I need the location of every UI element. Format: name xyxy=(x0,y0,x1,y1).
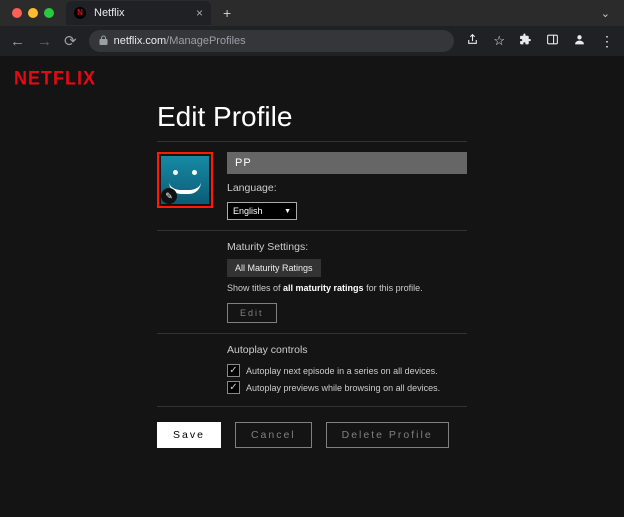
window-traffic-lights xyxy=(6,8,60,18)
tabs-overflow-icon[interactable]: ⌄ xyxy=(587,7,624,20)
checkbox-icon[interactable]: ✓ xyxy=(227,364,240,377)
new-tab-button[interactable]: + xyxy=(217,5,237,21)
cancel-button[interactable]: Cancel xyxy=(235,422,312,448)
browser-tab[interactable]: N Netflix × xyxy=(66,1,211,25)
page-title: Edit Profile xyxy=(157,101,467,133)
autoplay-next-row[interactable]: ✓ Autoplay next episode in a series on a… xyxy=(227,362,467,379)
profile-avatar[interactable]: ✎ xyxy=(157,152,213,208)
language-select[interactable]: English ▼ xyxy=(227,202,297,220)
edit-avatar-icon[interactable]: ✎ xyxy=(161,188,177,204)
maximize-window-icon[interactable] xyxy=(44,8,54,18)
profile-avatar-icon[interactable] xyxy=(573,33,586,49)
save-button[interactable]: Save xyxy=(157,422,221,448)
language-value: English xyxy=(233,206,263,216)
maturity-rating-chip: All Maturity Ratings xyxy=(227,259,321,277)
lock-icon xyxy=(99,35,108,48)
toolbar: ← → ⟳ netflix.com/ManageProfiles ☆ xyxy=(0,26,624,56)
toolbar-right: ☆ ⋮ xyxy=(466,33,614,50)
close-window-icon[interactable] xyxy=(12,8,22,18)
delete-profile-button[interactable]: Delete Profile xyxy=(326,422,449,448)
address-bar[interactable]: netflix.com/ManageProfiles xyxy=(89,30,455,52)
favicon-icon: N xyxy=(74,7,86,19)
close-tab-icon[interactable]: × xyxy=(196,6,203,20)
extensions-icon[interactable] xyxy=(519,33,532,49)
panel-icon[interactable] xyxy=(546,33,559,49)
profile-top-row: ✎ Language: English ▼ xyxy=(157,141,467,231)
language-label: Language: xyxy=(227,182,467,194)
dropdown-caret-icon: ▼ xyxy=(284,208,291,215)
share-icon[interactable] xyxy=(466,33,479,49)
browser-chrome: N Netflix × + ⌄ ← → ⟳ netflix.com/Manage… xyxy=(0,0,624,56)
tab-title: Netflix xyxy=(94,7,188,19)
tab-strip: N Netflix × + ⌄ xyxy=(0,0,624,26)
autoplay-section: Autoplay controls ✓ Autoplay next episod… xyxy=(157,334,467,407)
autoplay-next-label: Autoplay next episode in a series on all… xyxy=(246,366,438,376)
profile-name-input[interactable] xyxy=(227,152,467,174)
autoplay-previews-label: Autoplay previews while browsing on all … xyxy=(246,383,440,393)
star-icon[interactable]: ☆ xyxy=(493,33,505,49)
url-text: netflix.com/ManageProfiles xyxy=(114,35,246,47)
page-content: Edit Profile ✎ Language: English ▼ xyxy=(0,101,624,448)
autoplay-title: Autoplay controls xyxy=(227,344,467,356)
maturity-description: Show titles of all maturity ratings for … xyxy=(227,283,467,293)
autoplay-previews-row[interactable]: ✓ Autoplay previews while browsing on al… xyxy=(227,379,467,396)
forward-button[interactable]: → xyxy=(37,33,52,50)
checkbox-icon[interactable]: ✓ xyxy=(227,381,240,394)
kebab-menu-icon[interactable]: ⋮ xyxy=(600,33,614,50)
maturity-section: Maturity Settings: All Maturity Ratings … xyxy=(157,231,467,334)
edit-maturity-button[interactable]: Edit xyxy=(227,303,277,323)
minimize-window-icon[interactable] xyxy=(28,8,38,18)
netflix-header: NETFLIX xyxy=(0,56,624,101)
maturity-title: Maturity Settings: xyxy=(227,241,467,253)
netflix-logo[interactable]: NETFLIX xyxy=(14,67,610,90)
back-button[interactable]: ← xyxy=(10,33,25,50)
action-button-row: Save Cancel Delete Profile xyxy=(157,407,467,448)
reload-button[interactable]: ⟳ xyxy=(64,32,77,50)
